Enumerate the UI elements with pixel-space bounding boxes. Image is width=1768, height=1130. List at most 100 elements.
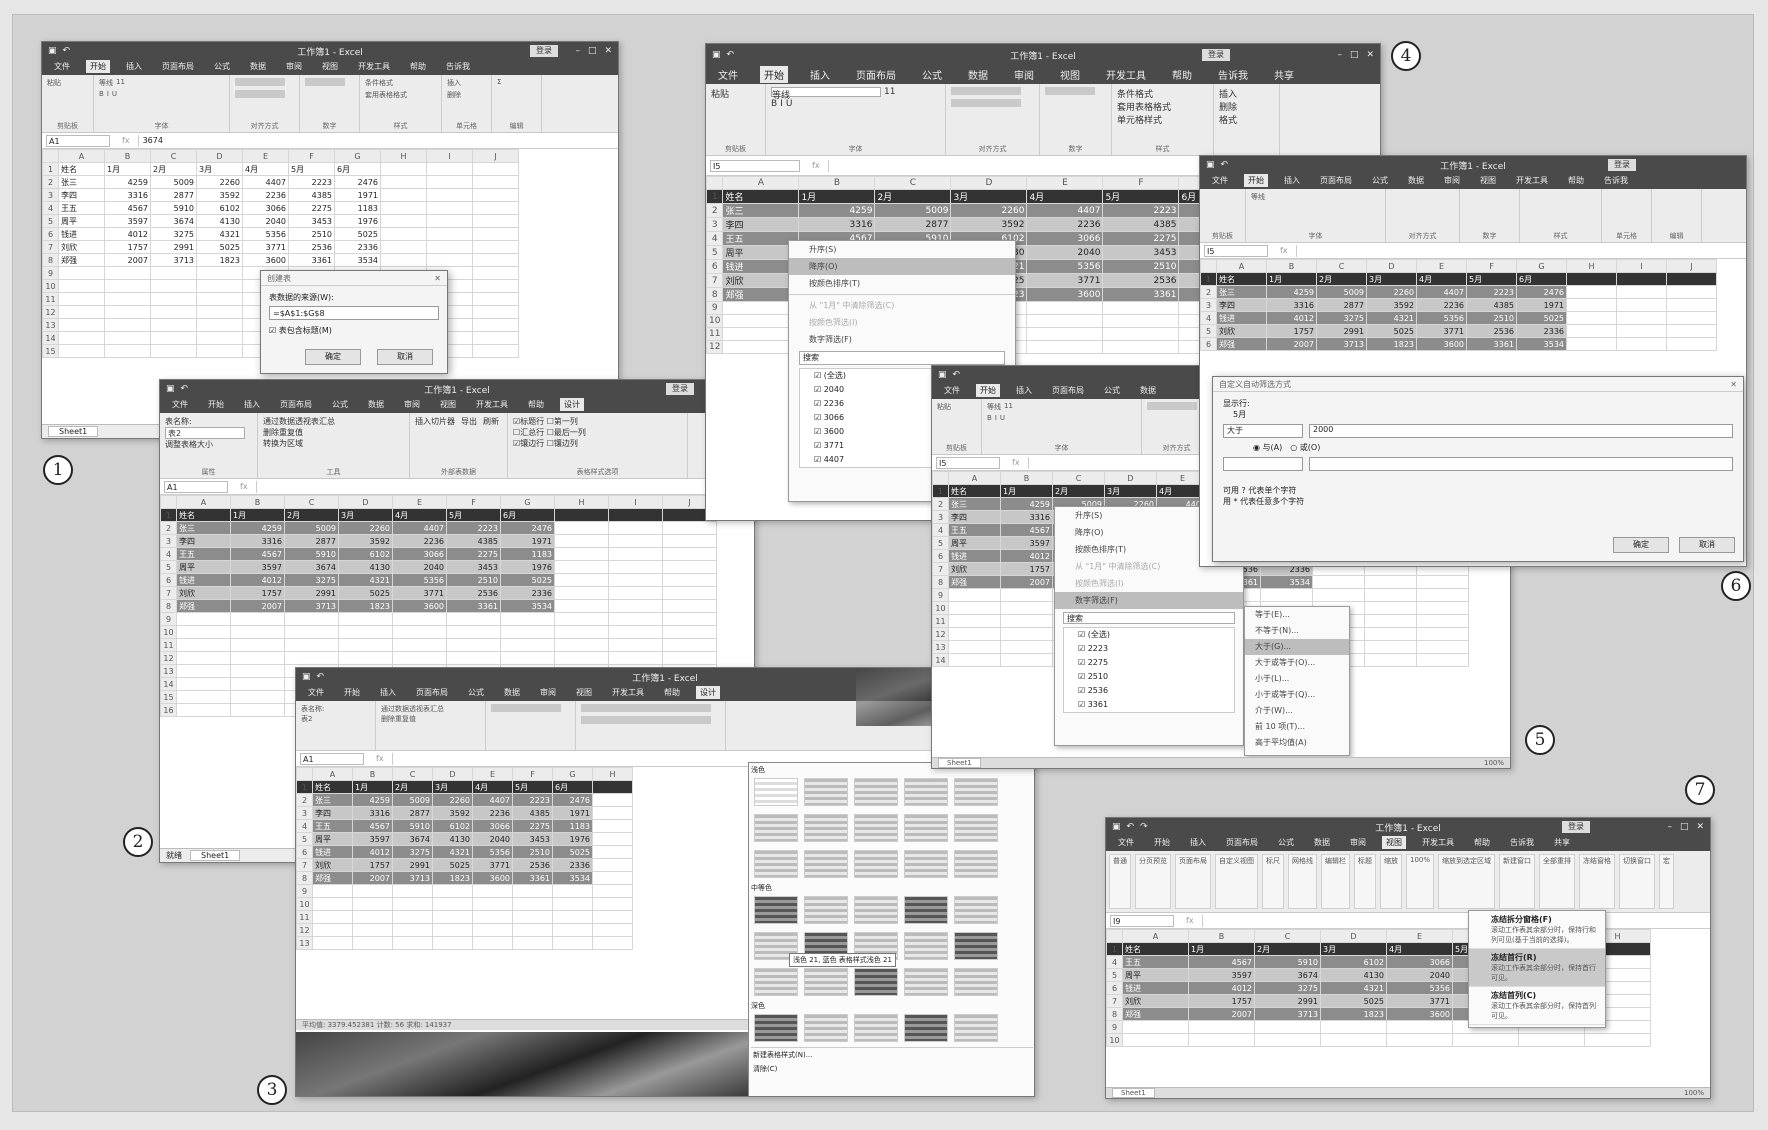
cell[interactable] bbox=[230, 651, 285, 665]
login-button[interactable]: 登录 bbox=[1202, 49, 1230, 61]
sort-by-color-item[interactable]: 按颜色排序(T) bbox=[789, 275, 1015, 292]
cell[interactable]: 4567 bbox=[352, 819, 393, 833]
cell[interactable]: 郑强 bbox=[176, 599, 231, 613]
row-header[interactable]: 8 bbox=[296, 871, 313, 885]
cell[interactable] bbox=[608, 534, 663, 548]
cell[interactable] bbox=[1364, 627, 1417, 641]
tab-tell-me[interactable]: 告诉我 bbox=[1214, 66, 1252, 83]
cell[interactable] bbox=[1026, 327, 1104, 341]
cell[interactable]: 6月 bbox=[500, 508, 555, 522]
cell[interactable]: 周平 bbox=[58, 214, 105, 228]
cell[interactable]: 3600 bbox=[472, 871, 513, 885]
tab-review[interactable]: 审阅 bbox=[536, 686, 560, 699]
cell[interactable]: 2007 bbox=[1266, 337, 1317, 351]
cell[interactable]: 张三 bbox=[1216, 285, 1267, 299]
column-header[interactable]: E bbox=[1026, 176, 1104, 190]
cell[interactable]: 2040 bbox=[392, 560, 447, 574]
column-header[interactable]: H bbox=[554, 495, 609, 509]
cell[interactable]: 2007 bbox=[104, 253, 151, 267]
cell[interactable]: 2877 bbox=[150, 188, 197, 202]
select-all-corner[interactable] bbox=[42, 149, 59, 163]
cell[interactable]: 4385 bbox=[288, 188, 335, 202]
column-header[interactable]: A bbox=[1122, 929, 1189, 943]
formula-input[interactable] bbox=[1201, 914, 1710, 927]
cell[interactable]: 3600 bbox=[392, 599, 447, 613]
cell[interactable] bbox=[1026, 340, 1104, 354]
font-name[interactable]: 等线 bbox=[1251, 192, 1265, 202]
column-header[interactable]: G bbox=[334, 149, 381, 163]
cell[interactable]: 李四 bbox=[176, 534, 231, 548]
table-style-swatch[interactable] bbox=[804, 1014, 848, 1042]
formula-input[interactable] bbox=[1295, 244, 1746, 257]
value-input[interactable]: 2000 bbox=[1309, 424, 1733, 438]
cell[interactable] bbox=[592, 923, 633, 937]
cell[interactable]: 4130 bbox=[338, 560, 393, 574]
cell[interactable] bbox=[608, 651, 663, 665]
cell[interactable] bbox=[592, 832, 633, 846]
font-size[interactable]: 11 bbox=[116, 78, 125, 88]
cell[interactable]: 3月 bbox=[1320, 942, 1387, 956]
row-header[interactable]: 2 bbox=[932, 497, 949, 511]
column-header[interactable]: G bbox=[1516, 259, 1567, 273]
cell[interactable]: 3771 bbox=[392, 586, 447, 600]
cell[interactable]: 5025 bbox=[1516, 311, 1567, 325]
tab-insert[interactable]: 插入 bbox=[376, 686, 400, 699]
checkbox-icon[interactable]: ☑ bbox=[1078, 672, 1085, 681]
number-filter-option[interactable]: 前 10 项(T)... bbox=[1245, 719, 1349, 735]
column-header[interactable]: B bbox=[104, 149, 151, 163]
cell[interactable] bbox=[500, 625, 555, 639]
cell[interactable]: 4012 bbox=[1266, 311, 1317, 325]
row-header[interactable]: 4 bbox=[296, 819, 313, 833]
cell[interactable]: 3713 bbox=[150, 253, 197, 267]
cell[interactable] bbox=[58, 318, 105, 332]
tab-developer[interactable]: 开发工具 bbox=[354, 60, 394, 73]
cell[interactable]: 2991 bbox=[392, 858, 433, 872]
column-header[interactable]: A bbox=[58, 149, 105, 163]
insert-slicer-button[interactable]: 插入切片器 bbox=[415, 416, 455, 427]
cell[interactable] bbox=[554, 508, 609, 522]
row-header[interactable]: 11 bbox=[706, 327, 724, 341]
row-header[interactable]: 3 bbox=[1200, 298, 1217, 312]
cell[interactable] bbox=[426, 240, 473, 254]
cell[interactable] bbox=[392, 936, 433, 950]
cell[interactable] bbox=[500, 651, 555, 665]
table-style-swatch[interactable] bbox=[854, 778, 898, 806]
maximize-icon[interactable]: □ bbox=[1680, 822, 1689, 832]
cell[interactable]: 4130 bbox=[432, 832, 473, 846]
column-header[interactable]: D bbox=[1366, 259, 1417, 273]
tab-file[interactable]: 文件 bbox=[1114, 836, 1138, 849]
cell[interactable]: 3361 bbox=[1102, 287, 1180, 302]
select-all-corner[interactable] bbox=[706, 176, 724, 190]
number-filter-option[interactable]: 等于(E)... bbox=[1245, 607, 1349, 623]
cell[interactable]: 1月 bbox=[352, 780, 393, 794]
cell[interactable] bbox=[948, 640, 1001, 654]
cell[interactable]: 3771 bbox=[472, 858, 513, 872]
tab-data[interactable]: 数据 bbox=[1404, 174, 1428, 187]
cell[interactable]: 3674 bbox=[1254, 968, 1321, 982]
cell[interactable] bbox=[472, 253, 519, 267]
row-header[interactable]: 12 bbox=[932, 627, 949, 641]
cell[interactable] bbox=[662, 521, 717, 535]
checkbox-icon[interactable]: ☑ bbox=[1078, 700, 1085, 709]
cell[interactable]: 1183 bbox=[334, 201, 381, 215]
view-ribbon-item[interactable]: 编辑栏 bbox=[1321, 854, 1350, 909]
font-size[interactable]: 11 bbox=[1004, 402, 1013, 412]
cell[interactable] bbox=[104, 344, 151, 358]
cell[interactable]: 4012 bbox=[104, 227, 151, 241]
table-style-swatch[interactable] bbox=[804, 850, 848, 878]
view-ribbon-item[interactable]: 100% bbox=[1406, 854, 1435, 909]
table-style-swatch[interactable] bbox=[904, 814, 948, 842]
row-header[interactable]: 8 bbox=[1106, 1007, 1123, 1021]
cell[interactable]: 4385 bbox=[446, 534, 501, 548]
cell[interactable] bbox=[552, 884, 593, 898]
tab-help[interactable]: 帮助 bbox=[1564, 174, 1588, 187]
cell[interactable] bbox=[1000, 653, 1053, 667]
tab-data[interactable]: 数据 bbox=[1136, 384, 1160, 397]
tab-tell-me[interactable]: 告诉我 bbox=[442, 60, 474, 73]
cell[interactable] bbox=[230, 638, 285, 652]
cell[interactable]: 2476 bbox=[1516, 285, 1567, 299]
row-header[interactable]: 9 bbox=[296, 884, 313, 898]
tab-home[interactable]: 开始 bbox=[760, 66, 788, 83]
cell[interactable]: 3534 bbox=[334, 253, 381, 267]
zoom-level[interactable]: 100% bbox=[1484, 759, 1504, 767]
